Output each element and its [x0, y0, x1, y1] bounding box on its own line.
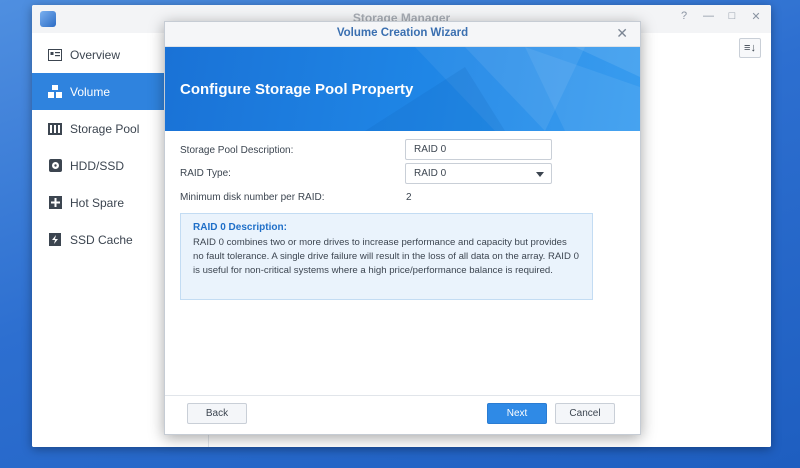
- sidebar-item-storage-pool[interactable]: Storage Pool: [32, 110, 164, 147]
- sidebar-item-overview[interactable]: Overview: [32, 36, 164, 73]
- minimize-icon[interactable]: —: [703, 10, 714, 23]
- ssd-cache-icon: [48, 233, 62, 246]
- hot-spare-icon: [48, 196, 62, 209]
- volume-creation-wizard: Volume Creation Wizard ✕ Configure Stora…: [164, 21, 641, 435]
- chevron-down-icon: [536, 172, 544, 177]
- help-icon[interactable]: ?: [679, 10, 689, 23]
- sidebar-item-hdd-ssd[interactable]: HDD/SSD: [32, 147, 164, 184]
- sidebar-item-label: HDD/SSD: [70, 158, 125, 173]
- next-button[interactable]: Next: [487, 403, 547, 424]
- info-title: RAID 0 Description:: [193, 222, 287, 233]
- sidebar-item-ssd-cache[interactable]: SSD Cache: [32, 221, 164, 258]
- sidebar-item-volume[interactable]: Volume: [32, 73, 164, 110]
- wizard-titlebar: Volume Creation Wizard ✕: [165, 22, 640, 47]
- hdd-icon: [48, 159, 62, 172]
- description-input[interactable]: [405, 139, 552, 160]
- raid-type-select[interactable]: RAID 0: [405, 163, 552, 184]
- window-controls: ? — □ ✕: [679, 10, 761, 23]
- description-label: Storage Pool Description:: [180, 145, 294, 156]
- sort-button[interactable]: ≡↓: [739, 38, 761, 58]
- wizard-heading: Configure Storage Pool Property: [180, 81, 414, 98]
- sidebar-item-label: SSD Cache: [70, 232, 133, 247]
- wizard-footer: Back Next Cancel: [165, 395, 640, 434]
- sidebar-item-label: Hot Spare: [70, 195, 125, 210]
- info-text: RAID 0 combines two or more drives to in…: [193, 237, 579, 276]
- cancel-button[interactable]: Cancel: [555, 403, 615, 424]
- min-disk-value: 2: [406, 192, 412, 203]
- wizard-banner: Configure Storage Pool Property: [165, 47, 640, 131]
- volume-icon: [48, 85, 62, 98]
- sidebar-item-label: Overview: [70, 47, 121, 62]
- min-disk-label: Minimum disk number per RAID:: [180, 192, 325, 203]
- raid-info-box: RAID 0 Description: RAID 0 combines two …: [180, 213, 593, 300]
- raid-type-value: RAID 0: [414, 168, 447, 179]
- sidebar-item-hot-spare[interactable]: Hot Spare: [32, 184, 164, 221]
- close-icon[interactable]: ✕: [616, 25, 628, 42]
- wizard-title: Volume Creation Wizard: [336, 27, 469, 39]
- sidebar: Overview Volume Storage Pool HDD/SSD Hot…: [32, 33, 164, 447]
- overview-icon: [48, 48, 62, 61]
- sidebar-item-label: Storage Pool: [70, 121, 140, 136]
- storage-pool-icon: [48, 122, 62, 135]
- back-button[interactable]: Back: [187, 403, 247, 424]
- raid-type-label: RAID Type:: [180, 168, 231, 179]
- close-window-icon[interactable]: ✕: [751, 10, 761, 23]
- maximize-icon[interactable]: □: [727, 10, 737, 23]
- sidebar-item-label: Volume: [70, 84, 111, 99]
